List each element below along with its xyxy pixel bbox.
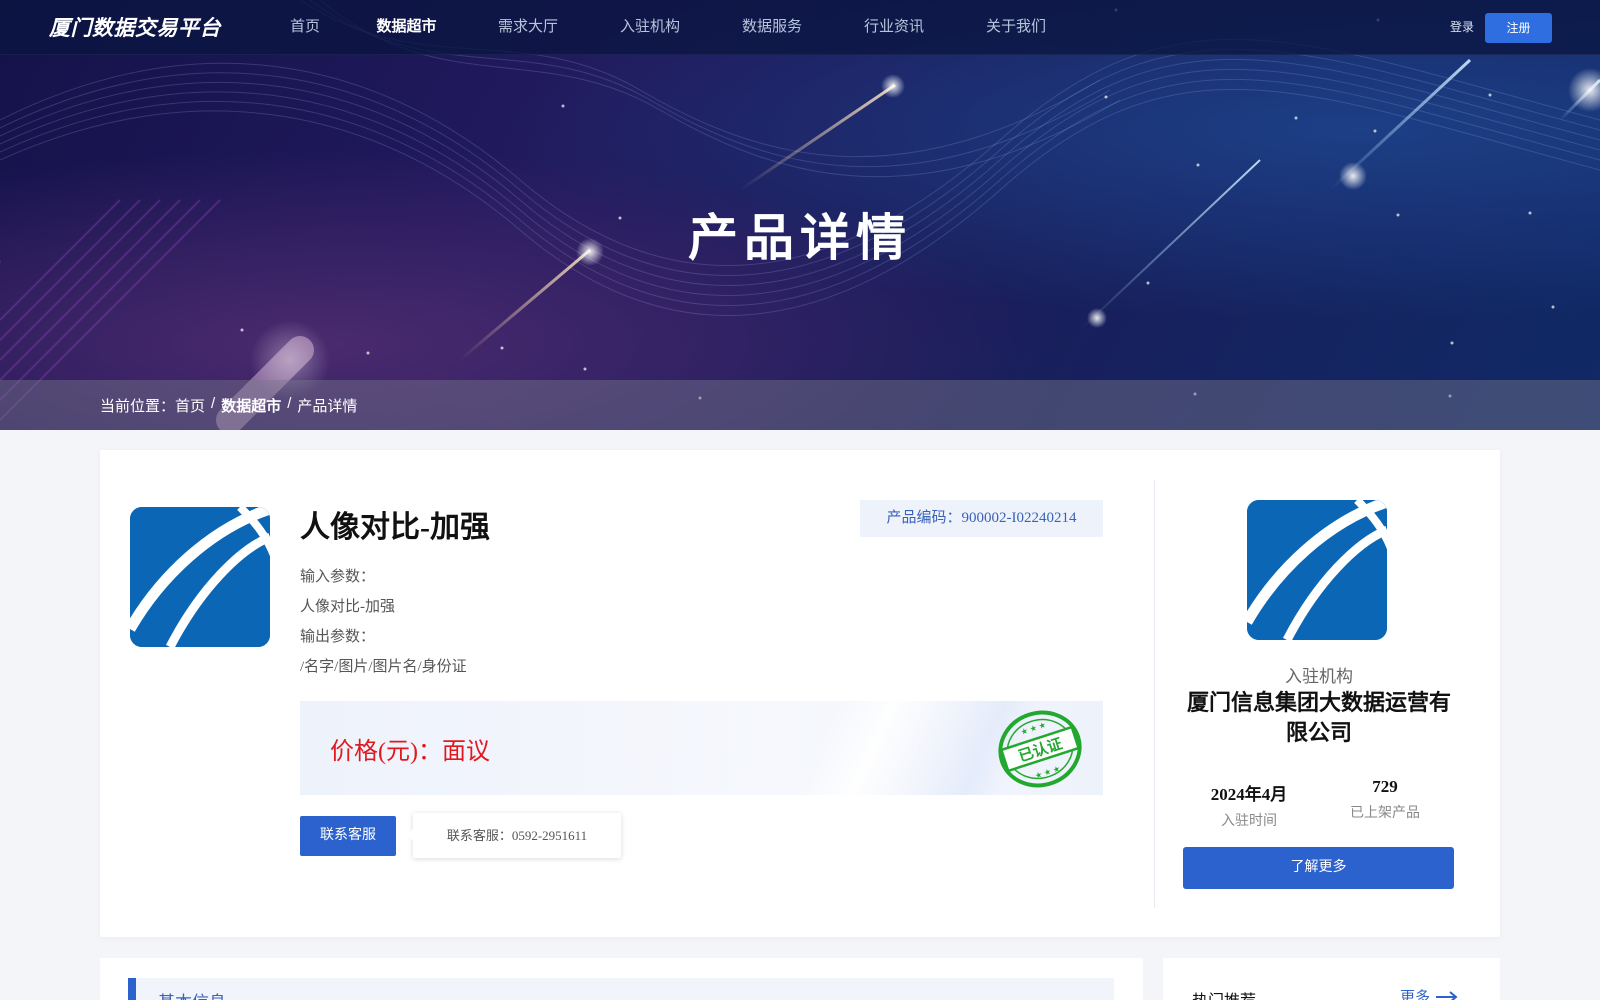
product-code: 产品编码：900002-I02240214 — [860, 500, 1103, 537]
nav-item-home[interactable]: 首页 — [270, 0, 340, 55]
section-title: 基本信息 — [158, 988, 226, 1000]
nav-item-data-market[interactable]: 数据超市 — [340, 0, 473, 55]
section-title: 热门推荐 — [1192, 987, 1256, 1000]
nav-item-industry-news[interactable]: 行业资讯 — [827, 0, 961, 55]
org-logo-icon — [130, 507, 270, 647]
section-header: 基本信息 — [128, 978, 1114, 1000]
product-detail-card: 人像对比-加强 产品编码：900002-I02240214 输入参数： 人像对比… — [100, 450, 1500, 937]
nav-item-institutions[interactable]: 入驻机构 — [583, 0, 717, 55]
svg-text:★ ★ ★: ★ ★ ★ — [1034, 764, 1061, 781]
breadcrumb-product-detail: 产品详情 — [297, 398, 358, 415]
nav-item-data-services[interactable]: 数据服务 — [717, 0, 827, 55]
stat-label: 已上架产品 — [1350, 806, 1420, 821]
product-logo — [130, 507, 270, 647]
stat-label: 入驻时间 — [1221, 814, 1277, 829]
stat-product-count: 729 已上架产品 — [1315, 777, 1455, 822]
institution-name[interactable]: 厦门信息集团大数据运营有限公司 — [1184, 688, 1454, 748]
arrow-right-icon — [1436, 990, 1458, 1000]
product-params: 输入参数： 人像对比-加强 输出参数： /名字/图片/图片名/身份证 — [300, 562, 467, 682]
site-logo[interactable]: 厦门数据交易平台 — [49, 12, 221, 42]
breadcrumb-data-market[interactable]: 数据超市 — [221, 395, 281, 416]
stat-join-date: 2024年4月 入驻时间 — [1179, 780, 1319, 830]
page-title: 产品详情 — [688, 209, 912, 267]
more-label: 更多 — [1400, 990, 1431, 1000]
org-logo-icon — [1247, 500, 1387, 640]
basic-info-section: 基本信息 — [100, 958, 1143, 1000]
breadcrumb-separator: / — [211, 395, 216, 412]
learn-more-button[interactable]: 了解更多 — [1183, 847, 1454, 889]
stat-value: 729 — [1372, 777, 1398, 796]
contact-phone-tooltip: 联系客服：0592-2951611 — [407, 813, 621, 858]
output-params-label: 输出参数： — [300, 629, 376, 645]
input-params-value: 人像对比-加强 — [300, 599, 395, 615]
top-navbar: 厦门数据交易平台 首页 数据超市 需求大厅 入驻机构 数据服务 行业资讯 关于我… — [0, 0, 1600, 55]
stat-value: 2024年4月 — [1210, 785, 1288, 804]
nav-item-demand-hall[interactable]: 需求大厅 — [473, 0, 583, 55]
breadcrumb: 当前位置：首页 / 数据超市 / 产品详情 — [100, 395, 357, 416]
svg-text:★ ★ ★: ★ ★ ★ — [1020, 720, 1047, 737]
login-link[interactable]: 登录 — [1450, 18, 1474, 35]
product-name: 人像对比-加强 — [300, 511, 490, 544]
breadcrumb-home[interactable]: 当前位置：首页 — [100, 395, 205, 416]
institution-label: 入驻机构 — [1285, 667, 1353, 686]
output-params-value: /名字/图片/图片名/身份证 — [300, 659, 467, 675]
breadcrumb-bar: 当前位置：首页 / 数据超市 / 产品详情 — [0, 380, 1600, 430]
price-box: 价格(元)：面议 已认证 ★ ★ ★ ★ ★ ★ — [300, 701, 1103, 795]
main-menu: 首页 数据超市 需求大厅 入驻机构 数据服务 行业资讯 关于我们 — [270, 0, 1071, 55]
input-params-label: 输入参数： — [300, 569, 376, 585]
register-button[interactable]: 注册 — [1485, 13, 1552, 43]
vertical-divider — [1154, 480, 1155, 908]
breadcrumb-separator: / — [287, 395, 292, 412]
nav-item-about-us[interactable]: 关于我们 — [961, 0, 1071, 55]
hot-recommend-section: 热门推荐 更多 — [1163, 958, 1500, 1000]
more-link[interactable]: 更多 — [1400, 986, 1458, 1000]
institution-logo — [1247, 500, 1387, 640]
contact-service-button[interactable]: 联系客服 — [300, 816, 396, 856]
certified-stamp-icon: 已认证 ★ ★ ★ ★ ★ ★ — [998, 710, 1082, 788]
product-price: 价格(元)：面议 — [330, 739, 490, 765]
